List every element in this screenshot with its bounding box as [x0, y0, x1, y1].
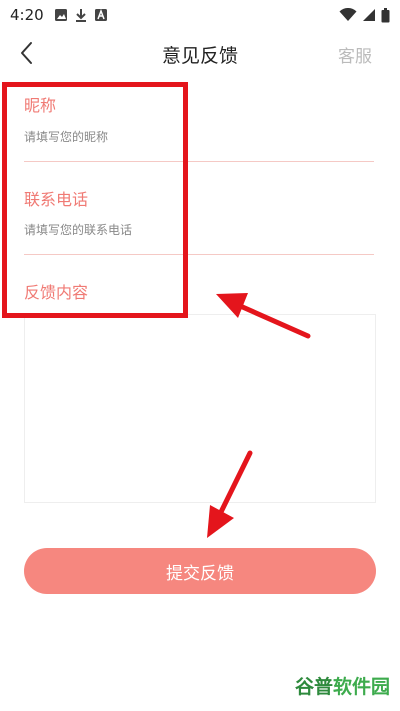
signal-icon	[363, 9, 375, 21]
status-icons-right	[339, 7, 390, 23]
phone-label: 联系电话	[24, 190, 89, 209]
content-label: 反馈内容	[24, 283, 89, 302]
customer-service-link[interactable]: 客服	[338, 42, 372, 67]
download-icon	[75, 8, 86, 22]
watermark-logo: 谷普软件园	[295, 672, 390, 699]
nickname-input[interactable]	[24, 123, 374, 151]
status-icons-left	[54, 8, 108, 23]
nav-bar: 意见反馈 客服	[0, 30, 400, 76]
battery-icon	[381, 7, 390, 22]
gallery-icon	[54, 9, 67, 21]
wifi-icon	[339, 8, 357, 21]
phone-input[interactable]	[24, 216, 374, 244]
status-bar: 4:20	[0, 0, 400, 30]
phone-divider	[24, 254, 374, 255]
status-time: 4:20	[10, 6, 44, 24]
content-textarea[interactable]	[24, 314, 376, 503]
app-icon	[94, 8, 107, 21]
submit-button[interactable]: 提交反馈	[24, 548, 376, 594]
nickname-divider	[24, 161, 374, 162]
watermark-part2: 软件园	[332, 676, 390, 698]
watermark-part1: 谷普	[294, 676, 333, 698]
nickname-label: 昵称	[24, 96, 57, 115]
